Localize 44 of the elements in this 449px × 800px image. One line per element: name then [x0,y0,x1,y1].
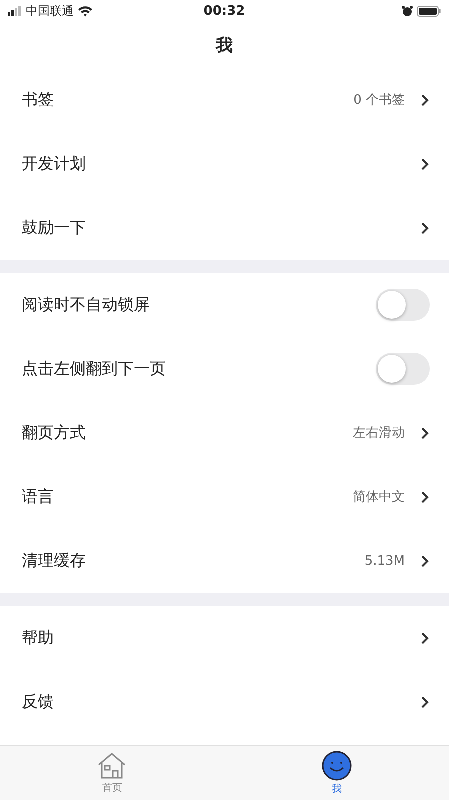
chevron-icon [421,490,429,504]
row-value: 5.13M [364,554,405,568]
settings-row[interactable]: 帮助 [0,606,449,670]
chevron-icon [421,426,429,440]
row-label: 点击左侧翻到下一页 [22,358,166,380]
battery-icon [417,6,441,16]
tab-item[interactable]: 我 [224,746,449,800]
row-label: 翻页方式 [22,422,86,444]
toggle-switch[interactable] [376,289,430,321]
chevron-icon [421,222,429,234]
chevron-icon [421,696,429,708]
settings-row[interactable]: 书签 0 个书签 [0,68,449,132]
chevron-icon [421,94,429,106]
smiley-icon [322,750,352,780]
row-label: 反馈 [22,692,54,712]
signal-icon [8,6,22,16]
alarm-icon [402,6,413,16]
chevron-icon [421,632,429,644]
row-value: 简体中文 [353,489,405,506]
wifi-icon [78,6,93,16]
settings-row[interactable]: 开发计划 [0,132,449,196]
row-label: 清理缓存 [22,550,86,572]
house-icon [97,752,128,780]
row-label: 阅读时不自动锁屏 [22,294,150,316]
settings-row[interactable]: 阅读时不自动锁屏 [0,273,449,337]
page-title: 我 [216,34,233,56]
carrier-name: 中国联通 [26,2,74,20]
row-value: 0 个书签 [354,92,405,109]
row-label: 语言 [22,486,54,508]
row-label: 书签 [22,90,54,110]
settings-row[interactable]: 鼓励一下 [0,196,449,260]
row-label: 开发计划 [22,154,86,174]
row-value: 左右滑动 [353,425,405,442]
chevron-icon [421,554,429,568]
settings-row[interactable]: 点击左侧翻到下一页 [0,337,449,401]
row-label: 帮助 [22,628,54,648]
row-label: 鼓励一下 [22,218,86,238]
toggle-switch[interactable] [376,353,430,385]
settings-row[interactable]: 清理缓存 5.13M [0,529,449,593]
status-time: 00:32 [204,4,246,18]
chevron-icon [421,158,429,170]
settings-row[interactable]: 翻页方式 左右滑动 [0,401,449,465]
settings-row[interactable]: 语言 简体中文 [0,465,449,529]
settings-row[interactable]: 反馈 [0,670,449,734]
